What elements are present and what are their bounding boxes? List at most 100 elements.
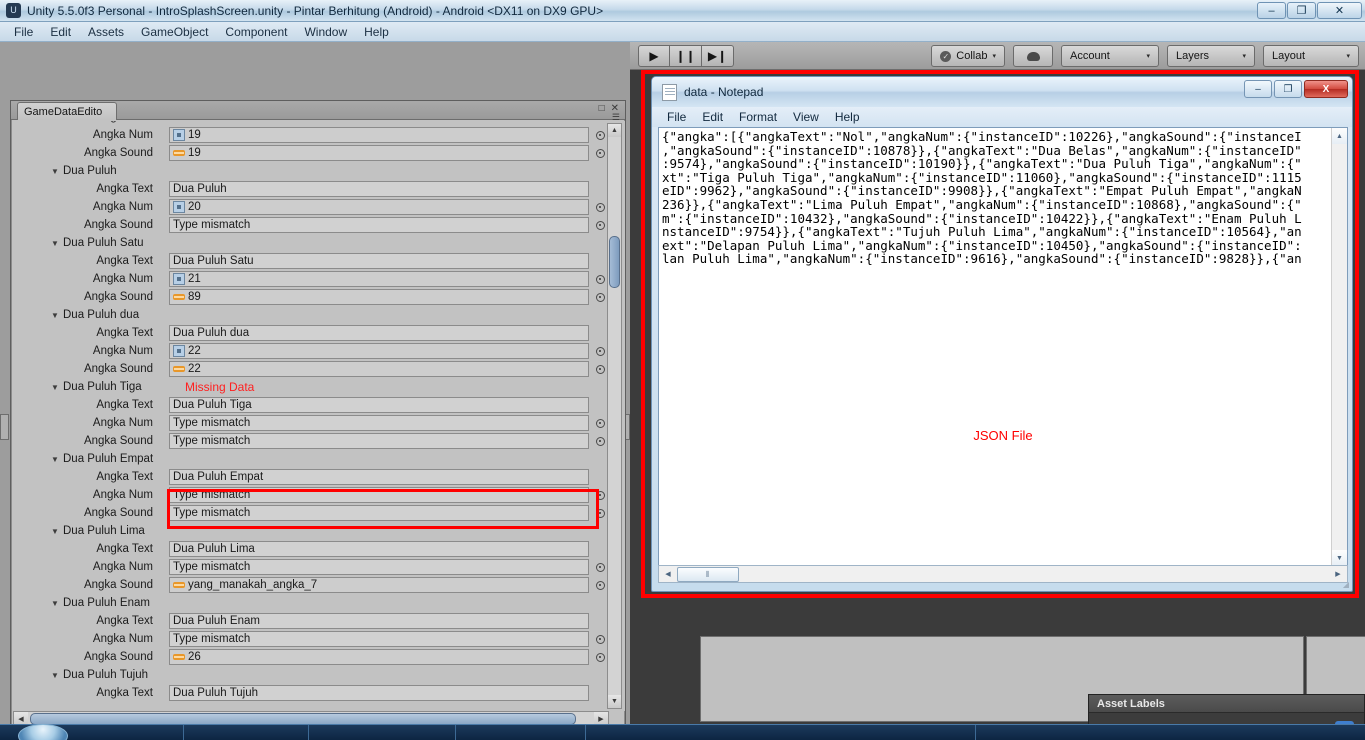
property-label: Angka Sound <box>83 363 153 375</box>
sprite-asset-icon <box>173 345 185 357</box>
foldout-triangle-icon[interactable]: ▼ <box>51 599 59 608</box>
scroll-down-arrow-icon[interactable]: ▼ <box>608 695 621 708</box>
scroll-up-arrow-icon[interactable]: ▲ <box>608 124 621 137</box>
menu-window[interactable]: Window <box>296 23 355 41</box>
foldout-triangle-icon[interactable]: ▼ <box>51 671 59 680</box>
property-value-field[interactable]: Type mismatch <box>169 415 589 431</box>
foldout-triangle-icon[interactable]: ▼ <box>51 455 59 464</box>
property-value-field[interactable]: Dua Puluh <box>169 181 589 197</box>
menu-component[interactable]: Component <box>217 23 295 41</box>
minimize-button[interactable]: – <box>1257 2 1286 19</box>
step-button[interactable]: ▶❙ <box>702 45 734 67</box>
menu-file[interactable]: File <box>6 23 41 41</box>
object-picker-icon[interactable] <box>596 634 605 644</box>
property-value-field[interactable]: Type mismatch <box>169 433 589 449</box>
notepad-scroll-left-icon[interactable]: ◀ <box>660 566 676 582</box>
object-reference-field[interactable]: 89 <box>169 289 589 305</box>
object-picker-icon[interactable] <box>596 292 605 302</box>
account-dropdown[interactable]: Account ▾ <box>1061 45 1159 67</box>
notepad-menu-edit[interactable]: Edit <box>695 109 730 125</box>
maximize-button[interactable]: ❐ <box>1287 2 1316 19</box>
foldout-triangle-icon[interactable]: ▼ <box>51 311 59 320</box>
notepad-maximize-button[interactable]: ❐ <box>1274 80 1302 98</box>
cloud-services-button[interactable] <box>1013 45 1053 67</box>
gde-maximize-icon[interactable]: □ <box>599 103 605 114</box>
play-button[interactable]: ▶ <box>638 45 670 67</box>
dock-handle-left[interactable] <box>0 414 9 440</box>
object-picker-icon[interactable] <box>596 202 605 212</box>
notepad-menu-help[interactable]: Help <box>828 109 867 125</box>
property-value-field[interactable]: Dua Puluh Satu <box>169 253 589 269</box>
unity-menubar[interactable]: File Edit Assets GameObject Component Wi… <box>0 22 1365 42</box>
object-reference-field[interactable]: 26 <box>169 649 589 665</box>
property-value-field[interactable]: Dua Puluh Empat <box>169 469 589 485</box>
notepad-json-content[interactable]: {"angka":[{"angkaText":"Nol","angkaNum":… <box>662 130 1329 266</box>
notepad-minimize-button[interactable]: – <box>1244 80 1272 98</box>
object-reference-field[interactable]: 19 <box>169 145 589 161</box>
property-value-field[interactable]: Dua Puluh Tujuh <box>169 685 589 701</box>
property-value-field[interactable]: Type mismatch <box>169 217 589 233</box>
foldout-triangle-icon[interactable]: ▼ <box>51 383 59 392</box>
object-picker-icon[interactable] <box>596 148 605 158</box>
menu-edit[interactable]: Edit <box>42 23 79 41</box>
property-value-field[interactable]: Dua Puluh Enam <box>169 613 589 629</box>
object-picker-icon[interactable] <box>596 652 605 662</box>
property-value-field[interactable]: Dua Puluh dua <box>169 325 589 341</box>
property-value-field[interactable]: Type mismatch <box>169 631 589 647</box>
property-value-text: Dua Puluh Lima <box>173 543 255 555</box>
property-value-field[interactable]: Dua Puluh Tiga <box>169 397 589 413</box>
property-value-field[interactable]: Type mismatch <box>169 487 589 503</box>
notepad-horizontal-scrollbar[interactable]: ◀ ⦀ ▶ <box>658 565 1348 583</box>
property-value-field[interactable]: Type mismatch <box>169 505 589 521</box>
menu-help[interactable]: Help <box>356 23 397 41</box>
object-picker-icon[interactable] <box>596 130 605 140</box>
object-reference-field[interactable]: 22 <box>169 343 589 359</box>
object-picker-icon[interactable] <box>596 562 605 572</box>
notepad-menubar[interactable]: File Edit Format View Help <box>652 107 1352 127</box>
object-reference-field[interactable]: yang_manakah_angka_7 <box>169 577 589 593</box>
tab-gamedataeditor[interactable]: GameDataEdito <box>17 102 117 120</box>
object-reference-field[interactable]: 19 <box>169 127 589 143</box>
notepad-menu-format[interactable]: Format <box>732 109 784 125</box>
notepad-window-controls[interactable]: – ❐ X <box>1244 80 1348 98</box>
vertical-scroll-thumb[interactable] <box>609 236 620 288</box>
notepad-text-area[interactable]: {"angka":[{"angkaText":"Nol","angkaNum":… <box>658 127 1348 567</box>
resize-grip-icon[interactable]: ◢ <box>1343 580 1349 589</box>
property-label: Angka Num <box>92 345 153 357</box>
menu-gameobject[interactable]: GameObject <box>133 23 216 41</box>
foldout-triangle-icon[interactable]: ▼ <box>51 527 59 536</box>
collab-button[interactable]: ✓ Collab ▾ <box>931 45 1005 67</box>
start-button[interactable] <box>18 724 68 740</box>
layers-dropdown[interactable]: Layers ▾ <box>1167 45 1255 67</box>
object-picker-icon[interactable] <box>596 274 605 284</box>
property-value-field[interactable]: Dua Puluh Lima <box>169 541 589 557</box>
object-picker-icon[interactable] <box>596 220 605 230</box>
object-reference-field[interactable]: 22 <box>169 361 589 377</box>
property-value-field[interactable]: Type mismatch <box>169 559 589 575</box>
notepad-hscroll-thumb[interactable]: ⦀ <box>677 567 739 582</box>
foldout-triangle-icon[interactable]: ▼ <box>51 239 59 248</box>
object-picker-icon[interactable] <box>596 436 605 446</box>
object-picker-icon[interactable] <box>596 580 605 590</box>
foldout-triangle-icon[interactable]: ▼ <box>51 167 59 176</box>
object-picker-icon[interactable] <box>596 418 605 428</box>
object-picker-icon[interactable] <box>596 508 605 518</box>
notepad-menu-file[interactable]: File <box>660 109 693 125</box>
notepad-scroll-up-icon[interactable]: ▲ <box>1332 128 1347 144</box>
unity-window-controls[interactable]: – ❐ ✕ <box>1257 2 1362 19</box>
object-picker-icon[interactable] <box>596 490 605 500</box>
notepad-close-button[interactable]: X <box>1304 80 1348 98</box>
playback-controls[interactable]: ▶ ❙❙ ▶❙ <box>638 45 734 67</box>
notepad-menu-view[interactable]: View <box>786 109 826 125</box>
object-picker-icon[interactable] <box>596 364 605 374</box>
object-reference-field[interactable]: 21 <box>169 271 589 287</box>
layout-dropdown[interactable]: Layout ▾ <box>1263 45 1359 67</box>
close-button[interactable]: ✕ <box>1317 2 1362 19</box>
object-picker-icon[interactable] <box>596 346 605 356</box>
pause-button[interactable]: ❙❙ <box>670 45 702 67</box>
object-reference-field[interactable]: 20 <box>169 199 589 215</box>
gde-vertical-scrollbar[interactable]: ▲ ▼ <box>607 123 622 709</box>
notepad-scroll-down-icon[interactable]: ▼ <box>1332 550 1347 566</box>
menu-assets[interactable]: Assets <box>80 23 132 41</box>
notepad-vertical-scrollbar[interactable]: ▲ ▼ <box>1331 128 1347 566</box>
